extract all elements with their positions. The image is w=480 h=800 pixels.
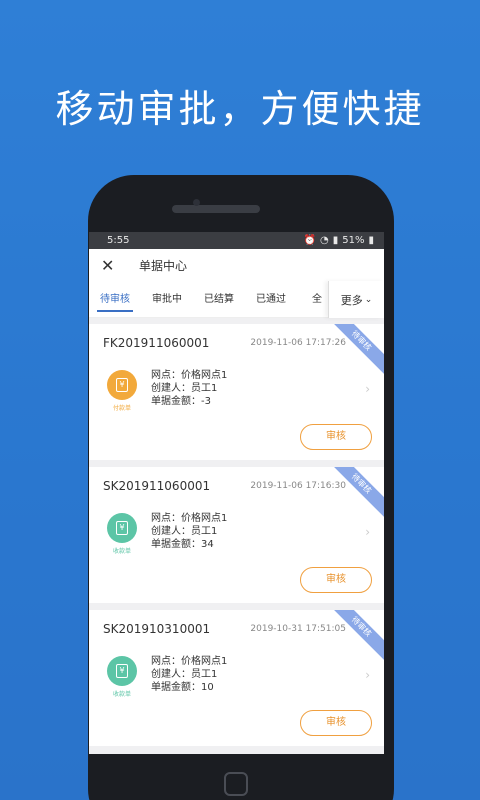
tab-in-approval[interactable]: 审批中 (141, 281, 193, 318)
doc-type-label: 付款单 (112, 405, 131, 412)
outlet-text: 网点：价格网点1 (151, 513, 228, 524)
creator-text: 创建人：员工1 (151, 669, 218, 680)
outlet-text: 网点：价格网点1 (151, 370, 228, 381)
chevron-right-icon: › (365, 382, 370, 396)
document-number: SK201911060001 (103, 479, 211, 493)
battery-text: 51% (342, 235, 365, 246)
battery-icon: ▮ (368, 235, 374, 246)
more-tabs-button[interactable]: 更多 ⌄ (328, 281, 384, 318)
receipt-doc-icon: ¥ (107, 656, 137, 686)
document-card[interactable]: FK201911060001 2019-11-06 17:17:26 待审核 ¥… (89, 324, 384, 460)
chevron-right-icon: › (365, 525, 370, 539)
document-card[interactable]: SK201911060001 2019-11-06 17:16:30 待审核 ¥… (89, 467, 384, 603)
chevron-right-icon: › (365, 668, 370, 682)
creator-text: 创建人：员工1 (151, 383, 218, 394)
tab-passed[interactable]: 已通过 (245, 281, 297, 318)
amount-text: 单据金额：-3 (151, 396, 211, 407)
nav-bar: ✕ 单据中心 (89, 249, 384, 281)
audit-button[interactable]: 审核 (300, 567, 372, 593)
status-ribbon: 待审核 (324, 610, 384, 664)
wifi-icon: ◔ (320, 235, 329, 246)
amount-text: 单据金额：34 (151, 539, 214, 550)
signal-icon: ▮ (332, 235, 339, 246)
camera-icon (193, 199, 200, 206)
status-ribbon: 待审核 (324, 324, 384, 378)
document-card[interactable]: SK201910310001 2019-10-31 17:51:05 待审核 ¥… (89, 610, 384, 746)
amount-text: 单据金额：10 (151, 682, 214, 693)
document-list: FK201911060001 2019-11-06 17:17:26 待审核 ¥… (89, 318, 384, 746)
headline: 移动审批，方便快捷 (55, 87, 425, 131)
outlet-text: 网点：价格网点1 (151, 656, 228, 667)
tab-pending[interactable]: 待审核 (89, 281, 141, 318)
alarm-icon: ⏰ (303, 235, 316, 246)
payment-doc-icon: ¥ (107, 370, 137, 400)
status-bar: 5:55 ⏰ ◔ ▮ 51% ▮ (89, 232, 384, 249)
doc-type-label: 收款单 (112, 548, 131, 555)
phone-speaker (172, 205, 260, 213)
tab-settled[interactable]: 已结算 (193, 281, 245, 318)
page-title: 单据中心 (139, 258, 188, 273)
document-time: 2019-11-06 17:17:26 (250, 338, 346, 348)
receipt-doc-icon: ¥ (107, 513, 137, 543)
home-button (224, 772, 248, 796)
tab-bar: 待审核 审批中 已结算 已通过 全 更多 ⌄ (89, 281, 384, 318)
chevron-down-icon: ⌄ (364, 294, 373, 305)
phone-screen: 5:55 ⏰ ◔ ▮ 51% ▮ ✕ 单据中心 待审核 审批中 已结算 已通过 … (89, 232, 384, 754)
document-time: 2019-10-31 17:51:05 (250, 624, 346, 634)
creator-text: 创建人：员工1 (151, 526, 218, 537)
document-number: FK201911060001 (103, 336, 210, 350)
audit-button[interactable]: 审核 (300, 710, 372, 736)
document-time: 2019-11-06 17:16:30 (250, 481, 346, 491)
document-number: SK201910310001 (103, 622, 211, 636)
status-time: 5:55 (107, 235, 130, 246)
close-icon[interactable]: ✕ (101, 256, 129, 275)
audit-button[interactable]: 审核 (300, 424, 372, 450)
status-ribbon: 待审核 (324, 467, 384, 521)
doc-type-label: 收款单 (112, 691, 131, 698)
